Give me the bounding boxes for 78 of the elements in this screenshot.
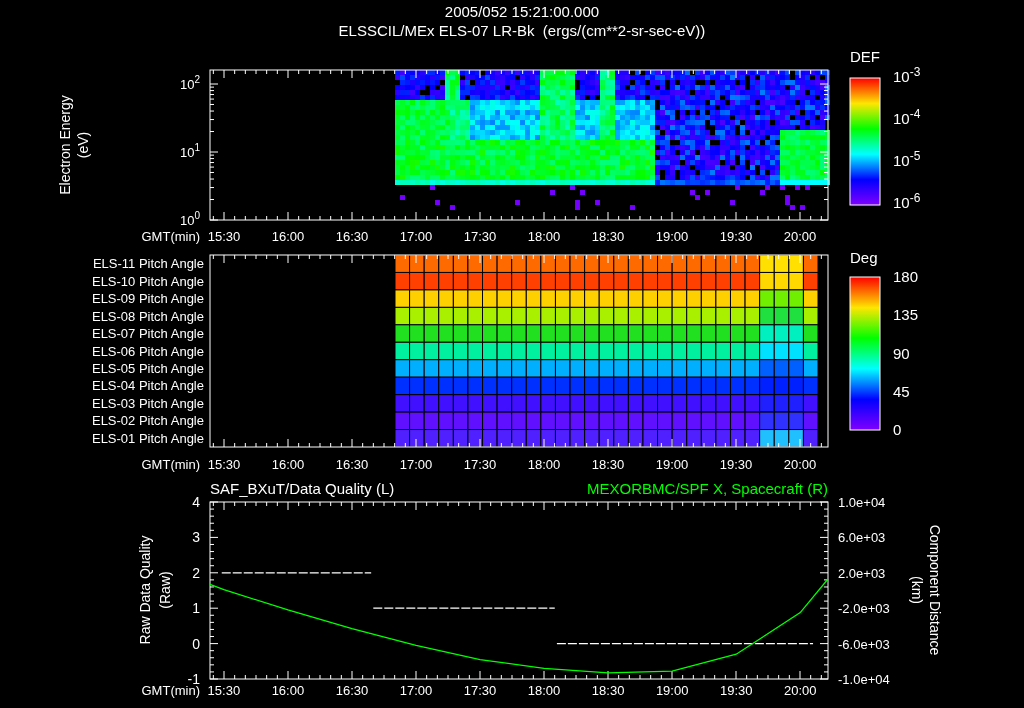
axis-tick-label: 17:00 bbox=[399, 683, 433, 698]
axis-title: Raw Data Quality bbox=[137, 535, 153, 645]
row-label: ELS-03 Pitch Angle bbox=[91, 395, 204, 411]
axis-tick-label: 16:30 bbox=[335, 457, 369, 472]
axis-tick-label: 10$^{1}$ bbox=[179, 142, 200, 160]
axis-tick-label: 135 bbox=[893, 306, 919, 324]
axis-tick-label: -6.0e+03 bbox=[838, 636, 890, 652]
axis-tick-label: 16:30 bbox=[335, 229, 369, 244]
axis-tick-label: 17:30 bbox=[463, 457, 497, 472]
axis-tick-label: 17:30 bbox=[463, 229, 497, 244]
axis-tick-label: 180 bbox=[893, 268, 919, 285]
axis-tick-label: 18:00 bbox=[527, 683, 561, 698]
axis-tick-label: 19:30 bbox=[719, 457, 753, 472]
axis-title: GMT(min) bbox=[141, 457, 200, 472]
axis-tick-label: 18:30 bbox=[591, 229, 625, 244]
axis-tick-label: 0 bbox=[192, 635, 200, 652]
series-title: SAF_BXuT/Data Quality (L) bbox=[210, 480, 395, 497]
row-label: ELS-02 Pitch Angle bbox=[91, 413, 204, 429]
axis-tick-label: 1 bbox=[192, 600, 200, 617]
axis-tick-label: 17:00 bbox=[399, 457, 433, 472]
axis-tick-label: 0 bbox=[893, 421, 902, 438]
row-label: ELS-06 Pitch Angle bbox=[91, 343, 204, 359]
axis-tick-label: 20:00 bbox=[783, 457, 817, 472]
axis-tick-label: 15:30 bbox=[207, 457, 241, 472]
axis-tick-label: 2.0e+03 bbox=[838, 565, 886, 581]
axis-unit: (km) bbox=[909, 576, 925, 604]
row-label: ELS-04 Pitch Angle bbox=[91, 378, 204, 394]
axis-tick-label: 18:00 bbox=[527, 457, 561, 472]
colorbar-title: DEF bbox=[850, 48, 880, 65]
colorbar-title: Deg bbox=[850, 250, 878, 266]
axis-tick-label: 16:00 bbox=[271, 457, 305, 472]
axis-unit: (Raw) bbox=[157, 571, 173, 609]
axis-tick-label: 19:00 bbox=[655, 683, 689, 698]
axis-tick-label: 4 bbox=[192, 494, 200, 510]
axis-tick-label: 10$^{-4}$ bbox=[893, 107, 921, 127]
axis-tick-label: 6.0e+03 bbox=[838, 530, 886, 546]
axis-tick-label: 16:30 bbox=[335, 683, 369, 698]
axis-tick-label: 1.0e+04 bbox=[838, 495, 886, 510]
axis-tick-label: 18:30 bbox=[591, 683, 625, 698]
axis-tick-label: 90 bbox=[893, 344, 910, 362]
axis-unit: (eV) bbox=[75, 131, 91, 159]
axis-tick-label: 16:00 bbox=[271, 229, 305, 244]
row-label: ELS-05 Pitch Angle bbox=[91, 360, 204, 376]
axis-tick-label: 17:30 bbox=[463, 683, 497, 698]
row-label: ELS-09 Pitch Angle bbox=[91, 291, 204, 307]
axis-title: Electron Energy bbox=[57, 95, 73, 195]
plot-subtitle: ELSSCIL/MEx ELS-07 LR-Bk (ergs/(cm**2-sr-sec-eV)) bbox=[338, 21, 706, 40]
row-label: ELS-11 Pitch Angle bbox=[92, 256, 204, 272]
row-label: ELS-07 Pitch Angle bbox=[91, 326, 204, 342]
axis-tick-label: 10$^{-6}$ bbox=[893, 191, 921, 211]
row-label: ELS-01 Pitch Angle bbox=[91, 430, 204, 446]
axis-tick-label: 17:00 bbox=[399, 229, 433, 244]
axis-tick-label: 3 bbox=[192, 529, 200, 546]
axis-tick-label: 19:00 bbox=[655, 457, 689, 472]
plot-title: 2005/052 15:21:00.000 bbox=[444, 2, 600, 21]
row-label: ELS-08 Pitch Angle bbox=[91, 308, 204, 324]
axis-title: GMT(min) bbox=[141, 229, 200, 244]
axis-tick-label: 18:00 bbox=[527, 229, 561, 244]
axis-tick-label: -2.0e+03 bbox=[838, 601, 890, 617]
axis-tick-label: 10$^{0}$ bbox=[179, 210, 200, 228]
axis-tick-label: 10$^{-3}$ bbox=[893, 65, 921, 85]
axis-tick-label: 19:30 bbox=[719, 229, 753, 244]
axis-tick-label: 45 bbox=[893, 382, 910, 400]
row-label: ELS-10 Pitch Angle bbox=[91, 273, 204, 289]
axis-tick-label: 15:30 bbox=[207, 229, 241, 244]
axis-tick-label: 10$^{2}$ bbox=[179, 74, 200, 92]
axis-tick-label: 20:00 bbox=[784, 683, 817, 698]
axis-tick-label: 2 bbox=[192, 564, 200, 581]
series-title: MEXORBMC/SPF X, Spacecraft (R) bbox=[587, 480, 828, 497]
axis-tick-label: 19:30 bbox=[719, 683, 753, 698]
axis-tick-label: -1.0e+04 bbox=[838, 672, 890, 687]
axis-tick-label: 10$^{-5}$ bbox=[893, 149, 921, 169]
axis-tick-label: 15:30 bbox=[207, 683, 241, 698]
axis-tick-label: 16:00 bbox=[271, 683, 305, 698]
axis-tick-label: 20:00 bbox=[783, 229, 817, 244]
axis-tick-label: 18:30 bbox=[591, 457, 625, 472]
axis-title: Component Distance bbox=[927, 524, 943, 656]
axis-tick-label: 19:00 bbox=[655, 229, 689, 244]
